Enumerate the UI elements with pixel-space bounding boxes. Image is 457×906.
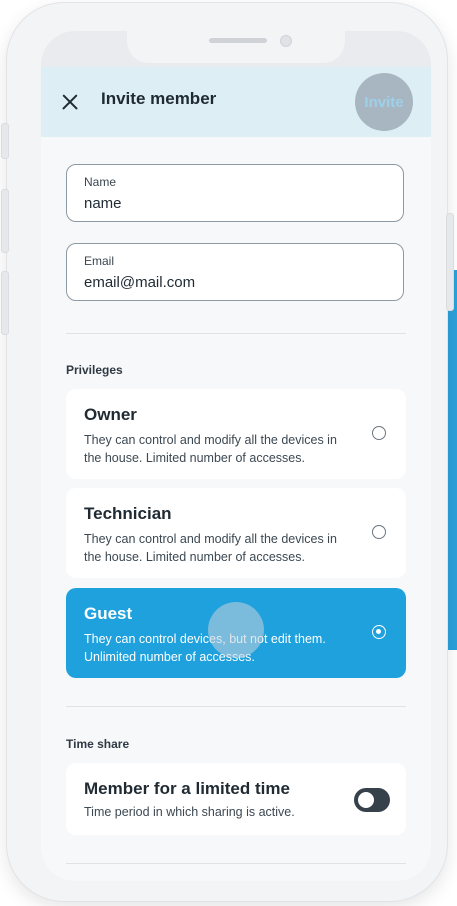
email-field-label: Email [84,254,115,268]
background-accent-strip [447,270,457,650]
time-share-title: Member for a limited time [84,779,290,798]
front-camera [280,35,292,47]
email-field[interactable]: Email email@mail.com [66,243,404,301]
privilege-option-owner[interactable]: Owner They can control and modify all th… [66,389,406,479]
speaker-grille [209,38,267,43]
status-bar [41,31,431,67]
privilege-description: They can control and modify all the devi… [84,433,337,465]
divider [66,706,406,707]
time-share-heading: Time share [66,737,130,751]
app-bar: Invite member Invite [41,67,431,137]
privilege-title: Owner [84,405,137,424]
time-share-description: Time period in which sharing is active. [84,805,295,819]
radio-button[interactable] [372,426,386,440]
limited-time-toggle[interactable] [354,788,390,812]
privilege-description: They can control and modify all the devi… [84,532,337,564]
email-field-value[interactable]: email@mail.com [84,274,195,291]
name-field-value[interactable]: name [84,195,122,212]
name-field-label: Name [84,175,117,189]
privilege-option-technician[interactable]: Technician They can control and modify a… [66,488,406,578]
close-icon[interactable] [55,87,85,117]
notch [127,31,345,63]
privilege-title: Technician [84,504,172,523]
privilege-title: Guest [84,604,133,623]
touch-indicator [208,602,264,658]
volume-up-button [1,189,9,253]
time-share-row: Member for a limited time Time period in… [66,763,406,835]
radio-button[interactable] [372,525,386,539]
radio-button-selected[interactable] [372,625,386,639]
privilege-option-guest[interactable]: Guest They can control devices, but not … [66,588,406,678]
page-title: Invite member [101,89,217,108]
phone-frame: Invite member Invite Name name Email ema… [1,2,454,902]
privileges-heading: Privileges [66,363,123,377]
power-button [446,213,454,311]
divider [66,863,406,864]
app-screen: Invite member Invite Name name Email ema… [41,31,431,881]
toggle-knob [358,792,374,808]
volume-down-button [1,271,9,335]
invite-button[interactable]: Invite [355,73,413,131]
divider [66,333,406,334]
name-field[interactable]: Name name [66,164,404,222]
mute-switch [1,123,9,159]
